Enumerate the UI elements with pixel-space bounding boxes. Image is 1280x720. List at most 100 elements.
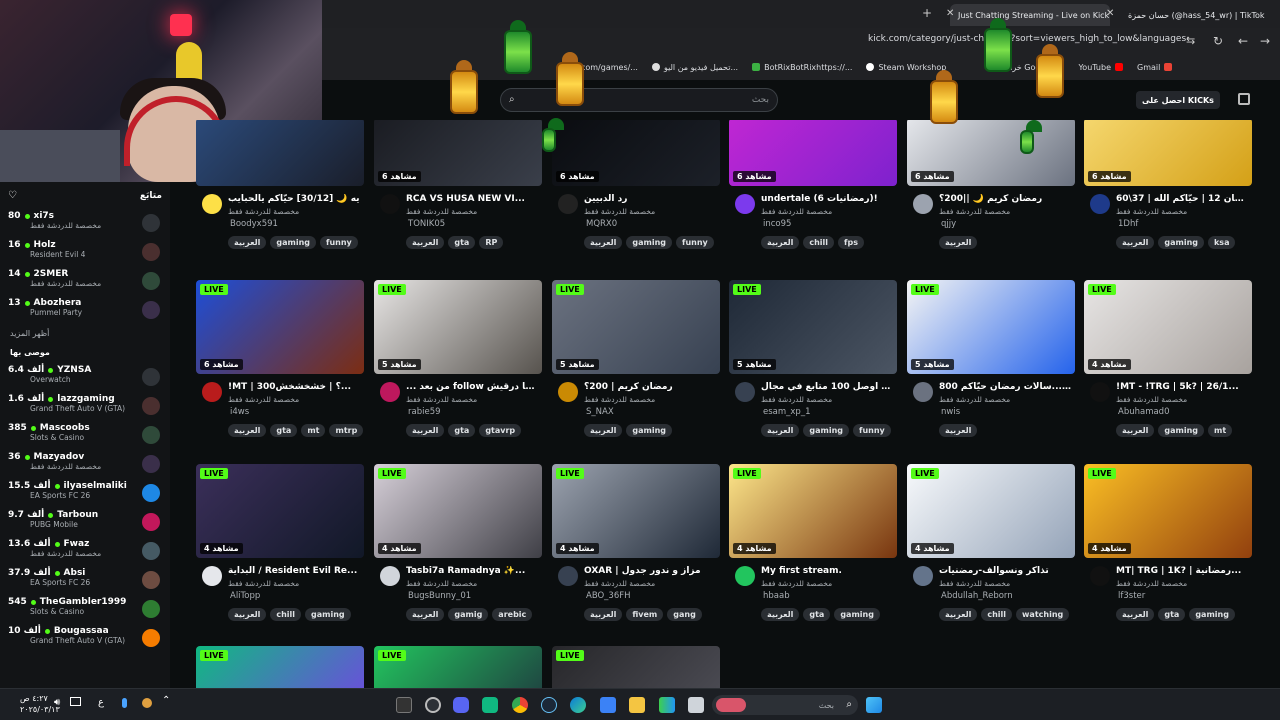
stream-title[interactable]: RCA VS HUSA NEW VI... (406, 194, 540, 204)
stream-category[interactable]: مخصصة للدردشة فقط (406, 207, 477, 216)
stream-category[interactable]: مخصصة للدردشة فقط (939, 579, 1010, 588)
stream-thumbnail[interactable]: LIVE 4 مشاهد (374, 464, 542, 558)
tag-chip[interactable]: mt (1207, 424, 1233, 437)
sidebar-channel[interactable]: 15.5 ألف ilyaselmaliki EA Sports FC 26 (0, 479, 170, 508)
tag-chip[interactable]: arebic (492, 608, 533, 621)
avatar[interactable] (380, 382, 400, 402)
avatar[interactable] (735, 566, 755, 586)
avatar[interactable] (913, 194, 933, 214)
tag-chip[interactable]: RP (479, 236, 504, 249)
stream-card[interactable]: LIVE 5 مشاهد رمضان كريم | 200؟ مخصصة للدردش… (552, 280, 720, 456)
stream-title[interactable]: Tasbi7a Ramadnya ✨... (406, 566, 540, 576)
tag-chip[interactable]: funny (319, 236, 358, 249)
stream-thumbnail[interactable]: LIVE 4 مشاهد (1084, 280, 1252, 374)
stream-card[interactable]: LIVE (374, 646, 542, 688)
sidebar-channel[interactable]: 6.4 ألف YZNSA Overwatch (0, 363, 170, 392)
tag-chip[interactable]: العربية (584, 424, 623, 437)
stream-card[interactable]: LIVE (196, 646, 364, 688)
stream-card[interactable]: LIVE 4 مشاهد تذاكر ونسوالف-رمضنيات مخصصة لل… (907, 464, 1075, 640)
stream-title[interactable]: رمضان كريم | 200؟ (584, 382, 718, 392)
avatar[interactable] (558, 382, 578, 402)
stream-card[interactable]: LIVE 5 مشاهد ... من بعد follow إلى ما درقي… (374, 280, 542, 456)
streamer-name[interactable]: S_NAX (586, 407, 614, 417)
window-icon[interactable] (688, 697, 704, 713)
mic-icon[interactable] (122, 698, 127, 708)
close-tab-icon[interactable]: ✕ (946, 8, 954, 19)
streamer-name[interactable]: Boodyx591 (230, 219, 278, 229)
tag-chip[interactable]: العربية (584, 608, 623, 621)
show-more-link[interactable]: أظهر المزيد (0, 325, 170, 342)
stream-title[interactable]: 800 ؟ | ...سالات رمضان حيّاكم (939, 382, 1073, 392)
avatar[interactable] (913, 382, 933, 402)
stream-thumbnail[interactable]: 6 مشاهد (552, 120, 720, 186)
stream-title[interactable]: ... من بعد follow إلى ما درقيش (406, 382, 540, 392)
tag-chip[interactable]: العربية (228, 236, 267, 249)
tag-chip[interactable]: العربية (406, 424, 445, 437)
tag-chip[interactable]: funny (675, 236, 714, 249)
stream-thumbnail[interactable]: LIVE 5 مشاهد (552, 280, 720, 374)
bookmark-gmail[interactable]: Gmail (1137, 63, 1173, 72)
sidebar-channel[interactable]: 545 TheGambler1999 Slots & Casino (0, 595, 170, 624)
tag-chip[interactable]: gaming (834, 608, 880, 621)
stream-title[interactable]: تذاكر ونسوالف-رمضنيات (939, 566, 1073, 576)
stream-card[interactable]: LIVE 4 مشاهد OXAR | مزاز و ندور جدول مخصصة … (552, 464, 720, 640)
sidebar-channel[interactable]: 16 Holz Resident Evil 4 (0, 238, 170, 267)
taskbar-search[interactable]: بحث ⌕ (712, 695, 858, 715)
tag-chip[interactable]: العربية (1116, 608, 1155, 621)
stream-title[interactable]: رمضان 12 | حيّاكم الله | 37\60 (1116, 194, 1250, 204)
tag-chip[interactable]: العربية (761, 424, 800, 437)
streamer-name[interactable]: AliTopp (230, 591, 260, 601)
xbox-app-icon[interactable] (482, 697, 498, 713)
tag-chip[interactable]: gaming (626, 236, 672, 249)
stream-category[interactable]: مخصصة للدردشة فقط (228, 207, 299, 216)
stream-thumbnail[interactable]: LIVE 5 مشاهد (907, 280, 1075, 374)
streamer-name[interactable]: qjjy (941, 219, 956, 229)
forward-icon[interactable]: → (1260, 34, 1270, 48)
sidebar-channel[interactable]: 1.6 ألف lazzgaming Grand Theft Auto V (GTA… (0, 392, 170, 421)
url-field[interactable]: kick.com/category/just-chatting?sort=vie… (868, 34, 1188, 44)
tag-chip[interactable]: gta (270, 424, 298, 437)
stream-category[interactable]: مخصصة للدردشة فقط (939, 395, 1010, 404)
streamer-name[interactable]: Abuhamad0 (1118, 407, 1170, 417)
sidebar-channel[interactable]: 9.7 ألف Tarboun PUBG Mobile (0, 508, 170, 537)
stream-title[interactable]: OXAR | مزاز و ندور جدول (584, 566, 718, 576)
streamer-name[interactable]: MQRX0 (586, 219, 617, 229)
settings-icon[interactable] (425, 697, 441, 713)
discord-icon[interactable] (453, 697, 469, 713)
tag-chip[interactable]: العربية (406, 236, 445, 249)
tag-chip[interactable]: gaming (803, 424, 849, 437)
reload-icon[interactable]: ↻ (1213, 34, 1223, 48)
sidebar-channel[interactable]: 37.9 ألف Absi EA Sports FC 26 (0, 566, 170, 595)
stream-category[interactable]: مخصصة للدردشة فقط (761, 207, 832, 216)
sidebar-channel[interactable]: 80 xi7s مخصصة للدردشة فقط (0, 209, 170, 238)
avatar[interactable] (913, 566, 933, 586)
stream-thumbnail[interactable]: LIVE 5 مشاهد (374, 280, 542, 374)
tag-chip[interactable]: العربية (939, 236, 978, 249)
tag-chip[interactable]: mt (301, 424, 326, 437)
chrome-icon[interactable] (512, 697, 528, 713)
tag-chip[interactable]: العربية (761, 236, 800, 249)
tag-chip[interactable]: mtrp (329, 424, 364, 437)
streamer-name[interactable]: ABO_36FH (586, 591, 631, 601)
tag-chip[interactable]: العربية (939, 424, 978, 437)
stream-card[interactable]: 6 مشاهد رمضان كريم 🌙 ||200؟ مخصصة للدردشة … (907, 120, 1075, 268)
avatar[interactable] (1090, 382, 1110, 402)
tag-chip[interactable]: العربية (584, 236, 623, 249)
stream-card[interactable]: LIVE 4 مشاهد Tasbi7a Ramadnya ✨... مخصصة لل… (374, 464, 542, 640)
streamer-name[interactable]: TONIK05 (408, 219, 445, 229)
tag-chip[interactable]: gaming (1189, 608, 1235, 621)
tag-chip[interactable]: chill (981, 608, 1013, 621)
get-kicks-button[interactable]: احصل على KICKs (1136, 91, 1220, 109)
sidebar-channel[interactable]: 385 Mascoobs Slots & Casino (0, 421, 170, 450)
stream-category[interactable]: مخصصة للدردشة فقط (406, 579, 477, 588)
close-tab-icon[interactable]: ✕ (1106, 8, 1114, 19)
tag-chip[interactable]: ksa (1207, 236, 1236, 249)
streamer-name[interactable]: nwis (941, 407, 960, 417)
tag-chip[interactable]: gaming (626, 424, 672, 437)
app-icon[interactable] (659, 697, 675, 713)
stream-thumbnail[interactable]: LIVE (552, 646, 720, 688)
input-language[interactable]: ع (98, 697, 104, 708)
streamer-name[interactable]: rabie59 (408, 407, 441, 417)
stream-thumbnail[interactable]: LIVE (196, 646, 364, 688)
stream-thumbnail[interactable]: 6 مشاهد (374, 120, 542, 186)
